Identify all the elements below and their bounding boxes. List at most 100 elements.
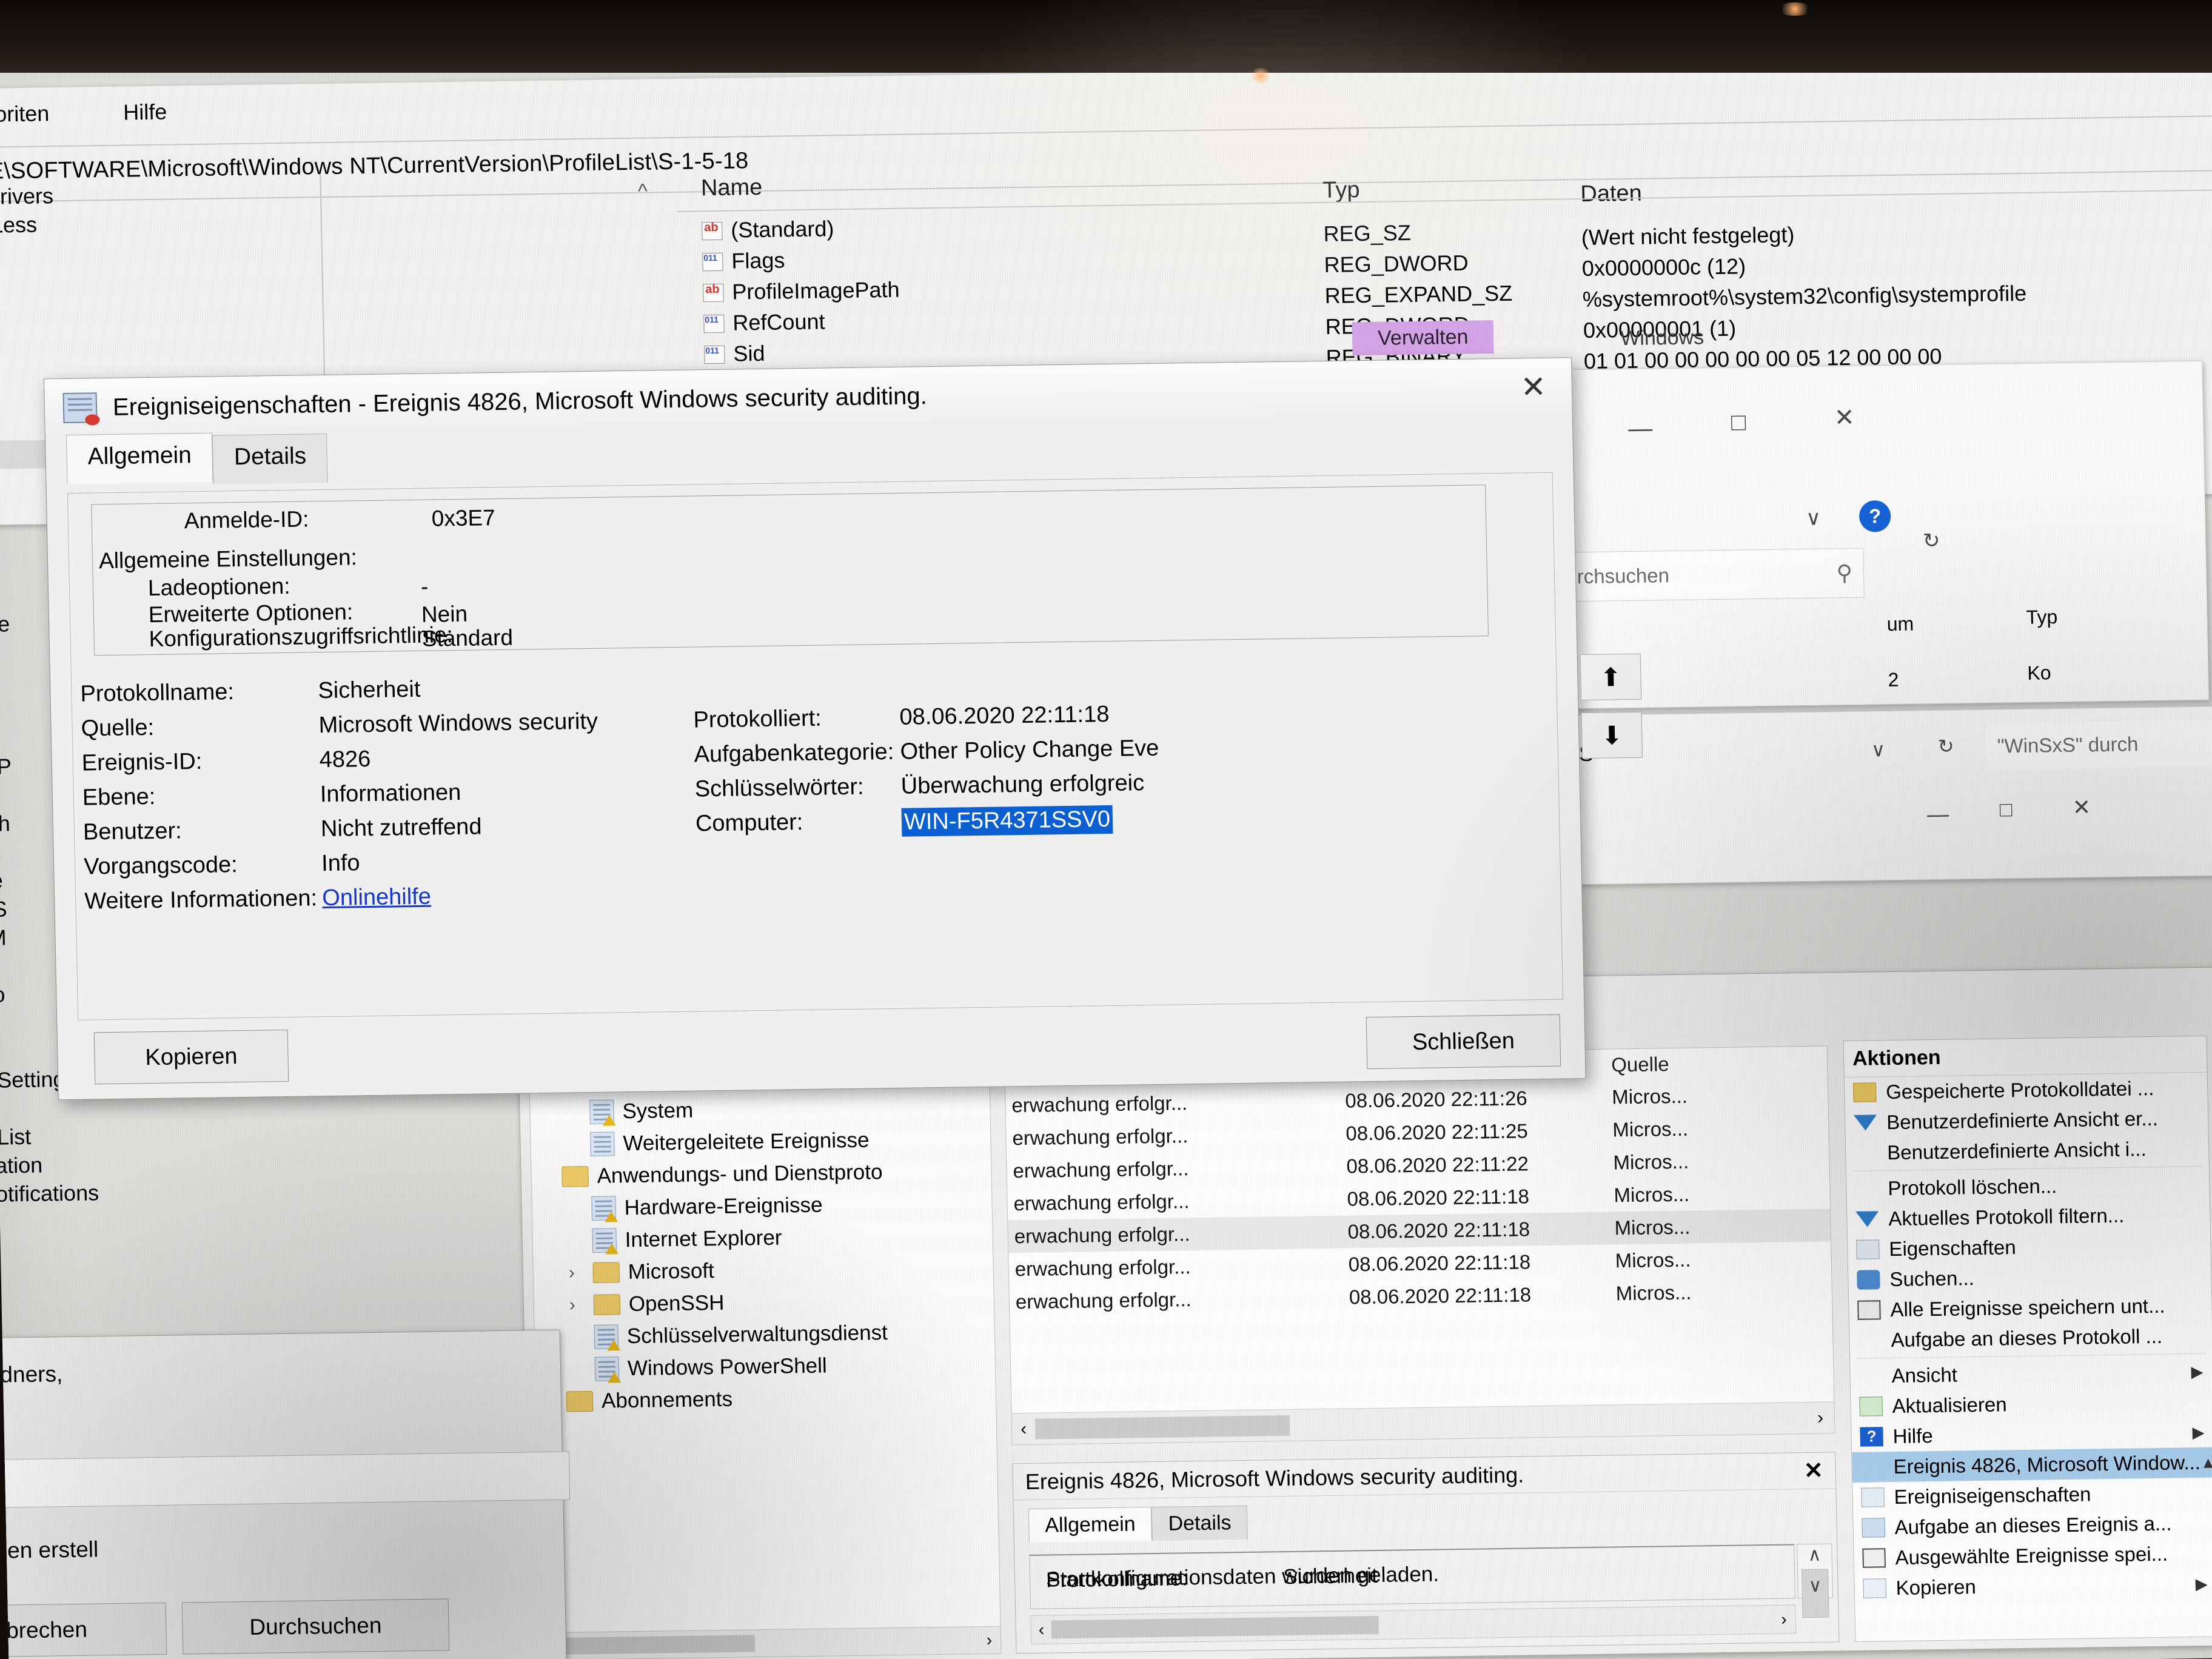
minimize-button[interactable]: — — [1927, 802, 1949, 827]
close-icon[interactable]: ✕ — [1520, 370, 1546, 404]
allgemeine-einstellungen-label: Allgemeine Einstellungen: — [98, 545, 358, 574]
menu-item-favoriten[interactable]: Favoriten — [0, 101, 50, 127]
scroll-right-icon[interactable]: › — [1781, 1610, 1787, 1629]
close-icon[interactable]: ✕ — [1803, 1457, 1824, 1484]
event-preview-horizontal-scrollbar[interactable]: ‹ › — [1030, 1604, 1797, 1644]
erweiterte-optionen-label: Erweiterte Optionen: — [148, 599, 354, 628]
tab-details[interactable]: Details — [1151, 1505, 1248, 1541]
maximize-button[interactable]: □ — [2000, 798, 2013, 822]
registry-column-daten[interactable]: Daten — [1580, 181, 1642, 207]
close-button[interactable]: Schließen — [1366, 1014, 1561, 1070]
ribbon-tab-windows[interactable]: Windows — [1602, 321, 1723, 356]
registry-values-name-column[interactable]: (Standard) Flags ProfileImagePath RefCount S… — [702, 209, 1311, 372]
action-item-label: Ereignis 4826, Microsoft Window... — [1893, 1450, 2201, 1478]
event-time-cell: 08.06.2020 22:11:18 — [1347, 1218, 1530, 1243]
scroll-left-icon[interactable]: ‹ — [1021, 1418, 1027, 1439]
events-list[interactable]: Quelle erwachung erfolgr... 08.06.2020 22… — [1004, 1045, 1835, 1446]
help-icon[interactable]: ? — [1858, 500, 1891, 532]
action-item[interactable]: Benutzerdefinierte Ansicht i... — [1846, 1133, 2209, 1168]
submenu-arrow-icon: ▶ — [2192, 1423, 2205, 1441]
action-item[interactable]: Gespeicherte Protokolldatei ... — [1845, 1073, 2208, 1108]
events-column-source[interactable]: Quelle — [1611, 1051, 1757, 1076]
action-item[interactable]: Kopieren ▶ — [1854, 1569, 2212, 1604]
chevron-right-icon[interactable] — [538, 1176, 562, 1177]
event-time-cell: 08.06.2020 22:11:18 — [1348, 1250, 1531, 1276]
action-item[interactable]: Protokoll löschen... — [1846, 1169, 2210, 1204]
events-horizontal-scrollbar[interactable]: ‹ › — [1011, 1401, 1835, 1445]
subscriptions-icon — [566, 1390, 594, 1412]
action-item[interactable]: Eigenschaften — [1848, 1230, 2211, 1265]
minimize-button[interactable]: — — [1628, 415, 1653, 443]
scroll-left-icon[interactable]: ‹ — [1038, 1620, 1044, 1640]
action-item-label: Protokoll löschen... — [1888, 1175, 2057, 1200]
scroll-right-icon[interactable]: › — [986, 1631, 992, 1650]
refresh-icon[interactable]: ↻ — [1937, 735, 1954, 758]
ribbon-tab-verwalten[interactable]: Verwalten — [1352, 320, 1495, 356]
action-item[interactable]: Aktualisieren — [1851, 1387, 2212, 1422]
registry-value-type: REG_DWORD — [1324, 250, 1469, 277]
scrollbar-thumb[interactable] — [1051, 1615, 1379, 1639]
registry-value-type: REG_SZ — [1323, 220, 1412, 246]
copy-button[interactable]: Kopieren — [93, 1029, 289, 1085]
event-tree-item-label: Abonnements — [601, 1387, 733, 1413]
action-item[interactable]: Ansicht ▶ — [1850, 1356, 2212, 1392]
event-preview-vertical-scrollbar[interactable]: ∧ ∨ — [1797, 1543, 1833, 1618]
tab-allgemein[interactable]: Allgemein — [1028, 1507, 1153, 1543]
registry-column-typ[interactable]: Typ — [1322, 177, 1360, 204]
action-item-label: Ansicht — [1891, 1363, 1958, 1387]
action-item[interactable]: Aufgabe an dieses Protokoll ... — [1849, 1321, 2212, 1356]
registry-column-name[interactable]: Name — [701, 175, 763, 201]
tab-details[interactable]: Details — [212, 433, 329, 484]
action-item[interactable]: Aktuelles Protokoll filtern... — [1847, 1199, 2210, 1235]
event-viewer-tree[interactable]: InstallationSystemWeitergeleitete Ereign… — [528, 1057, 1002, 1657]
action-item-label: Gespeicherte Protokolldatei ... — [1885, 1076, 2154, 1104]
event-time-cell: 08.06.2020 22:11:18 — [1347, 1185, 1530, 1210]
chevron-right-icon[interactable]: › — [568, 1262, 593, 1283]
run-input[interactable]: on — [0, 1451, 571, 1512]
close-button[interactable]: ✕ — [1834, 404, 1854, 432]
collapse-arrow-icon[interactable]: ▲ — [2200, 1453, 2212, 1472]
online-help-link[interactable]: Onlinehilfe — [322, 884, 431, 911]
ladeoptionen-label: Ladeoptionen: — [147, 573, 290, 601]
registry-tree-item[interactable]: leNotifications — [0, 1177, 339, 1211]
tree-horizontal-scrollbar[interactable]: ‹ › — [540, 1626, 1002, 1659]
action-item[interactable]: Suchen... — [1848, 1260, 2211, 1295]
copy-icon — [1863, 1578, 1887, 1598]
folder-icon — [592, 1261, 620, 1283]
maximize-button[interactable]: □ — [1731, 409, 1746, 436]
chevron-right-icon[interactable] — [565, 1112, 589, 1113]
action-item[interactable]: Ausgewählte Ereignisse spei... — [1854, 1538, 2212, 1574]
chevron-right-icon[interactable] — [568, 1240, 592, 1241]
action-item-label: Aufgabe an dieses Ereignis a... — [1894, 1512, 2172, 1539]
event-time-cell: 08.06.2020 22:11:25 — [1346, 1119, 1529, 1145]
chevron-right-icon[interactable] — [570, 1336, 594, 1337]
tab-allgemein[interactable]: Allgemein — [65, 432, 213, 484]
chevron-down-icon[interactable]: ∨ — [1806, 506, 1822, 531]
action-item[interactable]: Ereigniseigenschaften — [1852, 1478, 2212, 1513]
previous-event-button[interactable]: ⬆ — [1580, 653, 1642, 701]
registry-scroll-up-icon[interactable]: ^ — [638, 180, 648, 204]
search-input-winsxs[interactable]: "WinSxS" durch — [1986, 720, 2212, 769]
scroll-down-icon[interactable]: ∨ — [1798, 1575, 1832, 1597]
chevron-right-icon[interactable]: › — [569, 1294, 594, 1315]
chevron-down-icon[interactable]: ∨ — [1871, 738, 1886, 761]
refresh-icon-right[interactable]: ↻ — [1923, 529, 1940, 553]
scroll-up-icon[interactable]: ∧ — [1797, 1544, 1832, 1566]
action-item[interactable]: Aufgabe an dieses Ereignis a... — [1853, 1508, 2212, 1543]
registry-values-data-column: (Wert nicht festgelegt) 0x0000000c (12) %s… — [1581, 216, 2190, 380]
scroll-right-icon[interactable]: › — [1817, 1407, 1824, 1428]
action-item[interactable]: Ereignis 4826, Microsoft Window... ▲ — [1852, 1447, 2212, 1483]
cancel-button[interactable]: Abbrechen — [0, 1602, 167, 1658]
menu-item-hilfe[interactable]: Hilfe — [123, 99, 167, 126]
action-item[interactable]: Alle Ereignisse speichern unt... — [1849, 1290, 2212, 1326]
browse-button[interactable]: Durchsuchen — [181, 1598, 450, 1655]
action-item[interactable]: Benutzerdefinierte Ansicht er... — [1845, 1103, 2208, 1138]
run-dialog-description: amen eines Programms, Ordners, einer Int… — [0, 1359, 64, 1424]
registry-value-name: RefCount — [732, 309, 825, 335]
close-button[interactable]: ✕ — [2072, 794, 2091, 820]
event-tree-item[interactable]: Abonnements — [536, 1379, 996, 1418]
next-event-button[interactable]: ⬇ — [1581, 711, 1643, 759]
scrollbar-thumb[interactable] — [1034, 1415, 1290, 1439]
action-item[interactable]: ? Hilfe ▶ — [1851, 1417, 2212, 1452]
scrollbar-thumb[interactable] — [561, 1635, 756, 1655]
